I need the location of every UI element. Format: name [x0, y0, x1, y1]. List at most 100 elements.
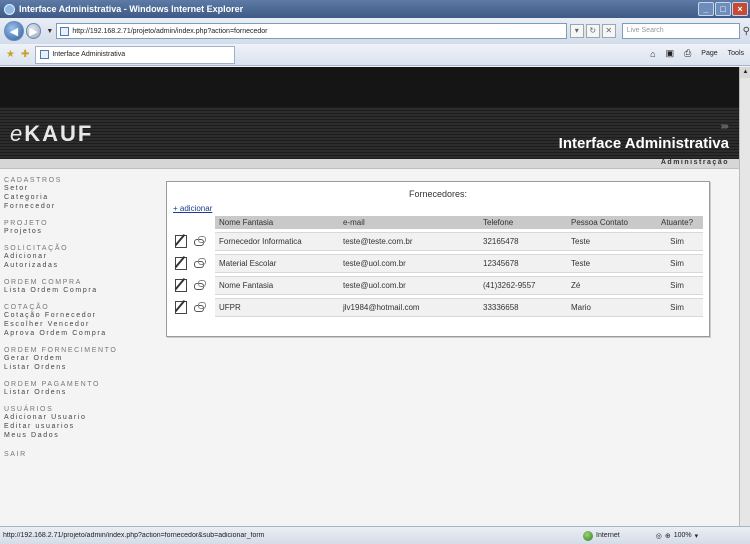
- link-icon[interactable]: [193, 257, 206, 270]
- search-input[interactable]: Live Search: [621, 23, 740, 39]
- page-menu[interactable]: Page: [701, 50, 717, 57]
- vertical-scrollbar[interactable]: ▲: [739, 67, 750, 526]
- protected-mode-icon: ◎: [655, 532, 662, 540]
- security-zone: Internet: [583, 530, 620, 541]
- dropdown-icon[interactable]: ▾: [569, 24, 584, 38]
- browser-tab[interactable]: Interface Administrativa: [35, 45, 236, 64]
- menu-item[interactable]: Adicionar Usuario: [4, 413, 149, 422]
- menu-item[interactable]: Editar usuarios: [4, 422, 149, 431]
- menu-group: ORDEM PAGAMENTO Listar Ordens: [4, 381, 149, 397]
- navigation-bar: ◀ ▶ ▼ http://192.168.2.71/projeto/admin/…: [0, 18, 750, 44]
- menu-item[interactable]: Escolher Vencedor: [4, 320, 149, 329]
- menu-item[interactable]: Aprova Ordem Compra: [4, 329, 149, 338]
- menu-group: COTAÇÃO Cotação Fornecedor Escolher Venc…: [4, 304, 149, 338]
- page-title: Interface Administrativa: [558, 135, 729, 152]
- menu-group: ORDEM COMPRA Lista Ordem Compra: [4, 279, 149, 295]
- menu-item[interactable]: Autorizadas: [4, 261, 149, 270]
- address-url: http://192.168.2.71/projeto/admin/index.…: [72, 27, 268, 35]
- header-banner: eKAUF ››››› Interface Administrativa: [0, 67, 739, 159]
- command-bar: ⌂ ▣ ⎙ Page Tools: [650, 48, 744, 59]
- back-arrow-icon[interactable]: ◀: [4, 21, 24, 41]
- admin-link[interactable]: Administração: [661, 159, 729, 166]
- menu-item[interactable]: Cotação Fornecedor: [4, 311, 149, 320]
- link-icon[interactable]: [193, 235, 206, 248]
- tab-label: Interface Administrativa: [52, 51, 126, 58]
- menu-item[interactable]: Setor: [4, 184, 149, 193]
- minimize-button[interactable]: _: [698, 2, 714, 16]
- menu-item[interactable]: Adicionar: [4, 252, 149, 261]
- table-row: Nome Fantasia teste@uol.com.br (41)3262-…: [173, 276, 703, 295]
- column-header: Nome Fantasia: [215, 216, 339, 229]
- menu-group: ORDEM FORNECIMENTO Gerar Ordem Listar Or…: [4, 347, 149, 372]
- address-bar[interactable]: http://192.168.2.71/projeto/admin/index.…: [56, 23, 567, 39]
- menu-title: ORDEM PAGAMENTO: [4, 381, 101, 388]
- menu-title: ORDEM FORNECIMENTO: [4, 347, 118, 354]
- column-header: Pessoa Contato: [567, 216, 651, 229]
- menu-item[interactable]: Lista Ordem Compra: [4, 286, 149, 295]
- stop-icon[interactable]: ✕: [601, 24, 616, 38]
- suppliers-table: Nome Fantasia e-mail Telefone Pessoa Con…: [173, 213, 703, 320]
- arrows-decoration-icon: ›››››: [720, 121, 729, 132]
- favorites-star-icon[interactable]: ★: [6, 49, 15, 60]
- window-controls: _ □ ×: [698, 2, 748, 16]
- scroll-up-icon[interactable]: ▲: [740, 67, 750, 78]
- page-icon: [60, 26, 70, 36]
- zoom-control[interactable]: ◎ ⊕ 100% ▾: [656, 532, 698, 540]
- history-dropdown-icon[interactable]: ▼: [46, 28, 53, 35]
- table-cell: Teste: [567, 254, 651, 273]
- link-icon[interactable]: [193, 279, 206, 292]
- globe-icon: [583, 530, 593, 541]
- add-supplier-link[interactable]: + adicionar: [173, 204, 212, 213]
- table-cell: Sim: [651, 232, 703, 251]
- tools-menu[interactable]: Tools: [728, 50, 744, 57]
- table-cell: teste@uol.com.br: [339, 254, 479, 273]
- logo: eKAUF: [10, 121, 94, 146]
- link-icon[interactable]: [193, 301, 206, 314]
- ie-icon: [4, 3, 15, 15]
- edit-icon[interactable]: [175, 301, 187, 314]
- table-cell: Zé: [567, 276, 651, 295]
- menu-item[interactable]: Listar Ordens: [4, 363, 149, 372]
- table-cell: 33336658: [479, 298, 567, 317]
- edit-icon[interactable]: [175, 235, 187, 248]
- column-header: Telefone: [479, 216, 567, 229]
- menu-item[interactable]: Listar Ordens: [4, 388, 149, 397]
- row-actions: [173, 276, 215, 295]
- table-cell: teste@uol.com.br: [339, 276, 479, 295]
- search-icon[interactable]: ⚲: [743, 26, 750, 37]
- restore-button[interactable]: □: [715, 2, 731, 16]
- menu-item[interactable]: Fornecedor: [4, 202, 149, 211]
- status-bar: http://192.168.2.71/projeto/admin/index.…: [0, 526, 750, 544]
- zoom-dropdown-icon[interactable]: ▾: [695, 532, 699, 540]
- table-cell: Fornecedor Informatica: [215, 232, 339, 251]
- zoom-icon: ⊕: [664, 532, 671, 540]
- add-favorites-icon[interactable]: ✚: [21, 49, 29, 60]
- table-cell: jlv1984@hotmail.com: [339, 298, 479, 317]
- window-titlebar: Interface Administrativa - Windows Inter…: [0, 0, 750, 18]
- menu-group: SAIR: [4, 449, 149, 458]
- tab-page-icon: [40, 50, 50, 59]
- sidebar-menu: CADASTROS Setor Categoria Fornecedor PRO…: [4, 177, 149, 467]
- close-button[interactable]: ×: [732, 2, 748, 16]
- table-cell: 12345678: [479, 254, 567, 273]
- forward-arrow-icon[interactable]: ▶: [25, 23, 42, 39]
- logout-link[interactable]: SAIR: [4, 451, 27, 458]
- table-cell: 32165478: [479, 232, 567, 251]
- print-icon[interactable]: ⎙: [684, 48, 691, 59]
- table-cell: (41)3262-9557: [479, 276, 567, 295]
- window-title: Interface Administrativa - Windows Inter…: [19, 4, 244, 14]
- menu-item[interactable]: Gerar Ordem: [4, 354, 149, 363]
- edit-icon[interactable]: [175, 257, 187, 270]
- menu-item[interactable]: Meus Dados: [4, 431, 149, 440]
- sub-header: Administração: [0, 159, 739, 169]
- edit-icon[interactable]: [175, 279, 187, 292]
- menu-item[interactable]: Categoria: [4, 193, 149, 202]
- favorites-bar: ★ ✚ Interface Administrativa ⌂ ▣ ⎙ Page …: [0, 44, 750, 66]
- menu-item[interactable]: Projetos: [4, 227, 149, 236]
- feeds-icon[interactable]: ▣: [666, 48, 675, 59]
- refresh-icon[interactable]: ↻: [585, 24, 600, 38]
- home-icon[interactable]: ⌂: [650, 49, 655, 59]
- menu-title: CADASTROS: [4, 177, 62, 184]
- panel-title: Fornecedores:: [408, 189, 468, 199]
- table-cell: Sim: [651, 254, 703, 273]
